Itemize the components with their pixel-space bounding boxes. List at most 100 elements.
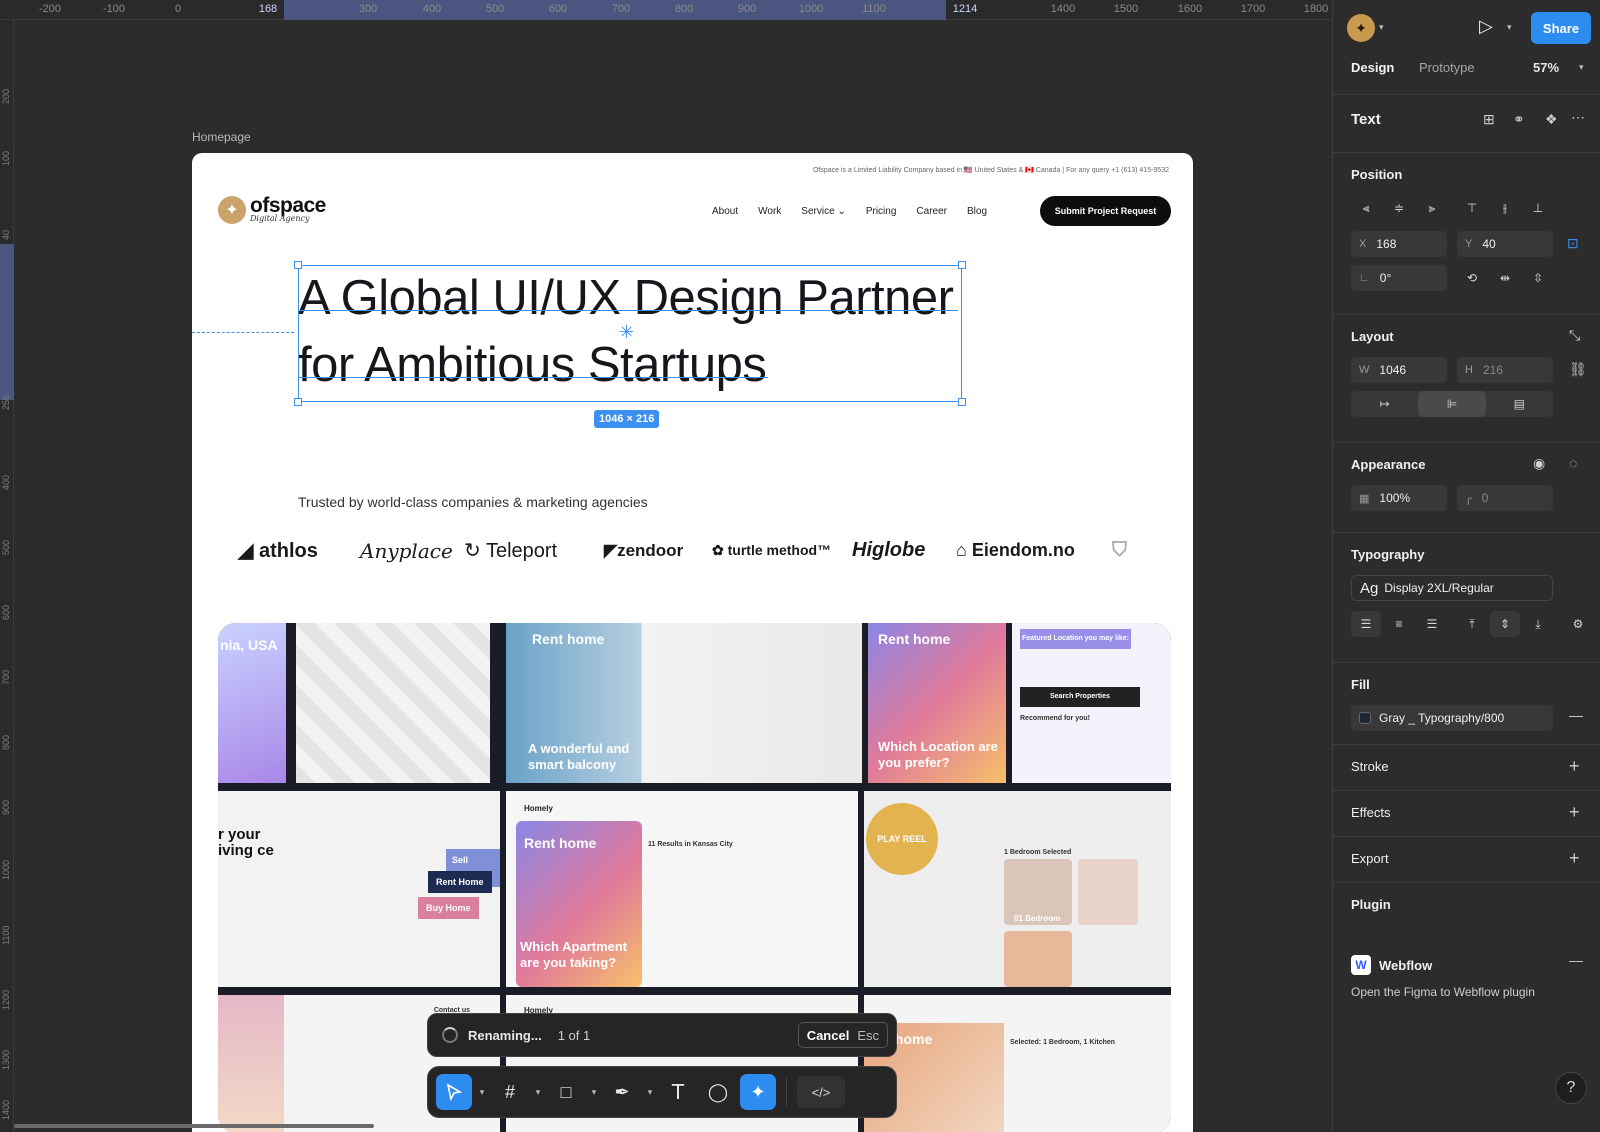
flip-horizontal-icon[interactable]: ⇹	[1490, 265, 1520, 291]
homepage-frame[interactable]: Ofspace is a Limited Liability Company b…	[192, 153, 1193, 1132]
ai-tool-button[interactable]: ✦	[740, 1074, 776, 1110]
help-button[interactable]: ?	[1555, 1072, 1587, 1104]
grid-component-icon[interactable]: ⊞	[1483, 111, 1495, 128]
tile-text: Which Apartment are you taking?	[520, 939, 628, 970]
component-diamond-icon[interactable]: ❖	[1545, 111, 1558, 128]
tile-text: Rent home	[878, 631, 951, 647]
rotate-icon[interactable]: ⟲	[1457, 265, 1487, 291]
more-options-icon[interactable]: ⋯	[1571, 109, 1585, 126]
teleport-logo-icon: ↻	[464, 540, 481, 562]
auto-height-icon[interactable]: ⊫	[1418, 391, 1486, 417]
align-center-v-icon[interactable]: ⫲	[1490, 195, 1520, 221]
text-align-top-icon[interactable]: ⤒	[1457, 611, 1487, 637]
chevron-down-icon[interactable]: ▾	[532, 1087, 544, 1098]
text-align-middle-icon[interactable]: ⇕	[1490, 611, 1520, 637]
flip-vertical-icon[interactable]: ⇳	[1523, 265, 1553, 291]
ruler-tick: 1000	[1, 859, 11, 880]
text-resize-mode: ↦ ⊫ ▤	[1351, 391, 1553, 417]
add-stroke-icon[interactable]: +	[1569, 756, 1580, 777]
cancel-rename-button[interactable]: Cancel Esc	[797, 1022, 888, 1048]
layer-type-label: Text	[1351, 111, 1381, 128]
nav-item-blog[interactable]: Blog	[957, 206, 997, 217]
add-effect-icon[interactable]: +	[1569, 802, 1580, 823]
tab-design[interactable]: Design	[1351, 60, 1394, 75]
chevron-down-icon[interactable]: ▾	[1507, 22, 1512, 33]
text-align-center-icon[interactable]: ≡	[1384, 611, 1414, 637]
chevron-down-icon[interactable]: ▾	[588, 1087, 600, 1098]
play-reel-button[interactable]: PLAY REEL	[866, 803, 938, 875]
fixed-size-icon[interactable]: ▤	[1486, 391, 1553, 417]
site-logo[interactable]: ✦ ofspace Digital Agency	[218, 195, 326, 224]
cancel-label: Cancel	[806, 1027, 850, 1043]
height-field[interactable]: H 216	[1457, 357, 1553, 383]
width-value: 1046	[1379, 363, 1407, 377]
horizontal-scrollbar[interactable]	[14, 1124, 374, 1128]
trusted-text: Trusted by world-class companies & marke…	[298, 494, 648, 510]
text-align-bottom-icon[interactable]: ⤓	[1523, 611, 1553, 637]
canvas[interactable]: Homepage Ofspace is a Limited Liability …	[14, 20, 1338, 1132]
frame-label[interactable]: Homepage	[192, 130, 251, 144]
avatar[interactable]: ✦	[1347, 14, 1375, 42]
text-align-right-icon[interactable]: ☰	[1417, 611, 1447, 637]
share-button[interactable]: Share	[1531, 12, 1591, 44]
text-align-left-icon[interactable]: ☰	[1351, 611, 1381, 637]
width-field[interactable]: W 1046	[1351, 357, 1447, 383]
add-export-icon[interactable]: +	[1569, 848, 1580, 869]
align-center-h-icon[interactable]: ≑	[1384, 195, 1414, 221]
section-title: Typography	[1351, 547, 1425, 562]
align-top-icon[interactable]: ⊤	[1457, 195, 1487, 221]
zoom-level[interactable]: 57%	[1533, 60, 1559, 75]
nav-item-pricing[interactable]: Pricing	[856, 206, 907, 217]
nav-item-about[interactable]: About	[702, 206, 748, 217]
auto-width-icon[interactable]: ↦	[1351, 391, 1418, 417]
collapse-layout-icon[interactable]: ⤡	[1569, 327, 1580, 344]
type-settings-icon[interactable]: ⚙	[1563, 611, 1593, 637]
resize-handle-br[interactable]	[958, 398, 966, 406]
x-field[interactable]: X 168	[1351, 231, 1447, 257]
remove-fill-icon[interactable]: —	[1569, 707, 1583, 723]
tile-text: Rent Home	[428, 871, 492, 893]
submit-project-button[interactable]: Submit Project Request	[1040, 196, 1171, 226]
tab-prototype[interactable]: Prototype	[1419, 60, 1475, 75]
opacity-field[interactable]: ▦ 100%	[1351, 485, 1447, 511]
dev-mode-toggle[interactable]: </>	[797, 1076, 845, 1108]
figma-app: -200 -100 0 168 300 400 500 600 700 800 …	[0, 0, 1600, 1132]
resize-handle-tr[interactable]	[958, 261, 966, 269]
remove-plugin-icon[interactable]: —	[1569, 952, 1583, 968]
properties-panel: ✦ ▾ ▷ ▾ Share Design Prototype 57% ▾ Tex…	[1332, 0, 1600, 1132]
ruler-tick: 600	[1, 604, 11, 620]
rectangle-tool-button[interactable]: □	[548, 1074, 584, 1110]
constrain-proportions-icon[interactable]: ⛓	[1569, 361, 1587, 378]
chevron-down-icon[interactable]: ▾	[476, 1087, 488, 1098]
corner-radius-field[interactable]: ╭ 0	[1457, 485, 1553, 511]
hero-heading[interactable]: A Global UI/UX Design Partner for Ambiti…	[298, 265, 958, 399]
constraints-icon[interactable]: ⊡	[1567, 235, 1579, 252]
y-field[interactable]: Y 40	[1457, 231, 1553, 257]
present-play-icon[interactable]: ▷	[1479, 16, 1493, 37]
nav-item-career[interactable]: Career	[906, 206, 957, 217]
blend-drop-icon[interactable]: ◌	[1569, 455, 1577, 471]
pen-tool-button[interactable]: ✒	[604, 1074, 640, 1110]
align-bottom-icon[interactable]: ⊥	[1523, 195, 1553, 221]
resize-handle-bl[interactable]	[294, 398, 302, 406]
rotation-field[interactable]: ∟ 0°	[1351, 265, 1447, 291]
align-right-icon[interactable]: ⫸	[1417, 195, 1447, 221]
chevron-down-icon[interactable]: ▾	[1379, 22, 1384, 33]
move-tool-button[interactable]	[436, 1074, 472, 1110]
link-icon[interactable]: ⚭	[1513, 111, 1525, 128]
renaming-count: 1 of 1	[557, 1027, 591, 1043]
text-tool-button[interactable]: T	[660, 1074, 696, 1110]
align-left-icon[interactable]: ⫷	[1351, 195, 1381, 221]
frame-tool-button[interactable]: #	[492, 1074, 528, 1110]
nav-item-service[interactable]: Service ⌄	[791, 206, 856, 217]
chevron-down-icon[interactable]: ▾	[644, 1087, 656, 1098]
text-style-picker[interactable]: Ag Display 2XL/Regular	[1351, 575, 1553, 601]
comment-tool-button[interactable]: ◯	[700, 1074, 736, 1110]
nav-item-work[interactable]: Work	[748, 206, 791, 217]
plugin-description[interactable]: Open the Figma to Webflow plugin	[1351, 985, 1535, 999]
fill-style-field[interactable]: Gray _ Typography/800	[1351, 705, 1553, 731]
chevron-down-icon[interactable]: ▾	[1579, 62, 1584, 73]
eye-icon[interactable]: ◉	[1533, 455, 1545, 472]
ruler-tick: 1700	[1240, 3, 1266, 15]
webflow-plugin-row[interactable]: W Webflow	[1351, 955, 1432, 975]
